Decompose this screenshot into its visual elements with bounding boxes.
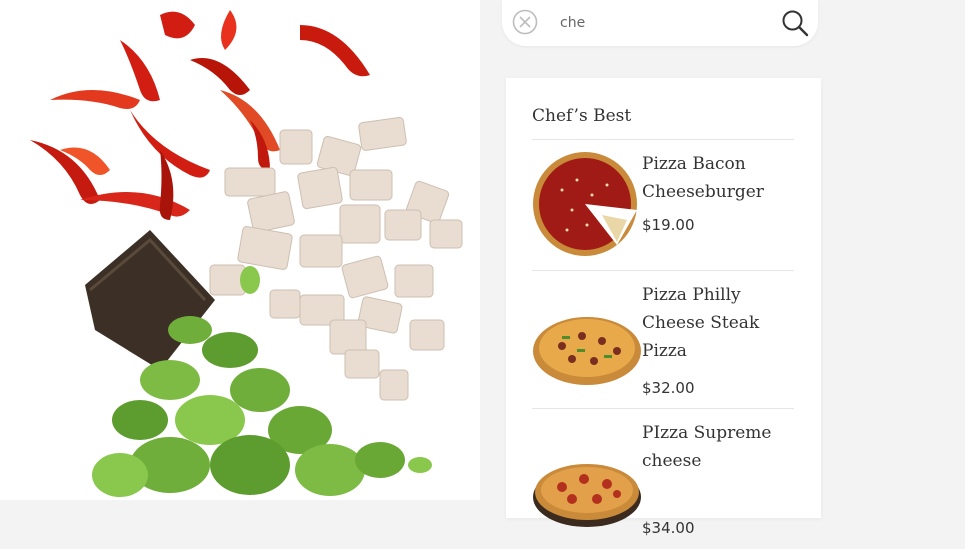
search-bar bbox=[502, 0, 818, 46]
item-name: PIzza Supreme cheese bbox=[642, 423, 772, 471]
search-input[interactable] bbox=[558, 10, 762, 36]
pizza-thumbnail bbox=[533, 317, 641, 385]
pizza-thumbnail bbox=[533, 152, 637, 256]
close-circle-icon[interactable] bbox=[512, 9, 538, 35]
result-item[interactable]: Pizza Philly Cheese Steak Pizza $32.00 bbox=[532, 281, 794, 401]
divider bbox=[532, 270, 794, 271]
search-results-panel: Chef’s Best Pizza Bacon Cheeseburger $19… bbox=[506, 78, 821, 537]
item-name: Pizza Bacon Cheeseburger bbox=[642, 154, 764, 202]
divider bbox=[532, 408, 794, 409]
section-title: Chef’s Best bbox=[532, 106, 632, 126]
item-price: $19.00 bbox=[642, 216, 695, 234]
item-name: Pizza Philly Cheese Steak Pizza bbox=[642, 285, 760, 361]
ingredients-illustration bbox=[30, 10, 463, 497]
item-price: $34.00 bbox=[642, 519, 695, 537]
divider bbox=[532, 139, 794, 140]
pizza-thumbnail bbox=[533, 464, 641, 527]
soil-block bbox=[85, 230, 215, 370]
result-item[interactable]: PIzza Supreme cheese $34.00 bbox=[532, 419, 794, 537]
result-item[interactable]: Pizza Bacon Cheeseburger $19.00 bbox=[532, 150, 794, 260]
hero-food-image bbox=[0, 0, 480, 500]
search-icon[interactable] bbox=[780, 8, 810, 38]
item-price: $32.00 bbox=[642, 379, 695, 397]
